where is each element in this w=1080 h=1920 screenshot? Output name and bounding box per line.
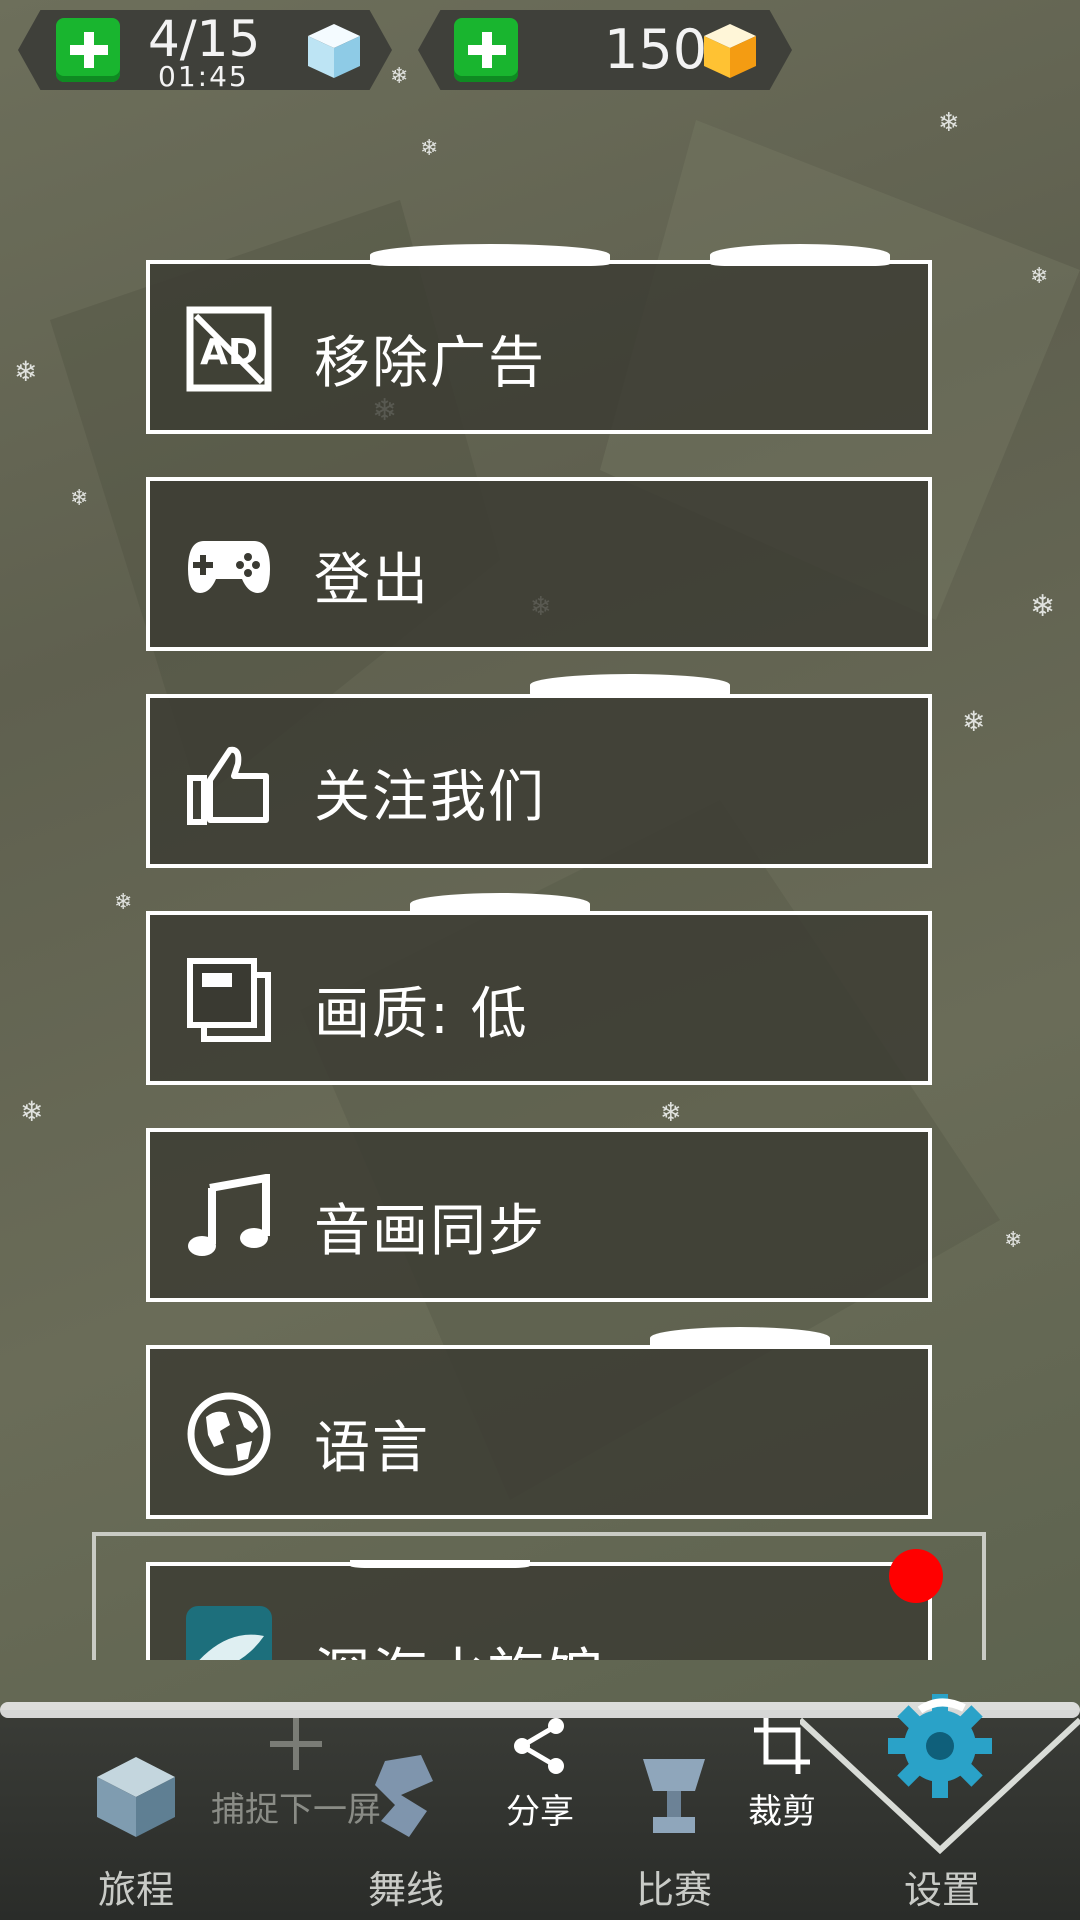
thumbs-up-icon — [187, 746, 269, 825]
gem-icon — [704, 24, 756, 78]
language-label: 语言 — [314, 1416, 430, 1481]
gems-panel: 150 — [418, 10, 792, 90]
snowflake: ❄ — [114, 890, 133, 915]
logout-button[interactable]: 登出 — [146, 477, 932, 651]
notification-dot — [889, 1549, 943, 1603]
ice-cube-icon — [308, 24, 360, 78]
av-sync-label: 音画同步 — [314, 1199, 546, 1264]
snowflake: ❄ — [660, 1098, 682, 1128]
share-label: 分享 — [506, 1792, 574, 1832]
deep-sea-aquarium-label: 深海水族馆 — [314, 1630, 604, 1660]
snow-cap — [410, 893, 590, 915]
gems-count: 150 — [604, 18, 708, 81]
nav-settings-label: 设置 — [903, 1868, 980, 1912]
share-icon — [514, 1718, 564, 1774]
nav-competition-label: 比赛 — [635, 1868, 712, 1912]
remove-ads-button[interactable]: AD 移除广告 — [146, 244, 932, 434]
follow-us-button[interactable]: 关注我们 — [146, 674, 932, 868]
follow-us-label: 关注我们 — [314, 765, 546, 830]
snowflake: ❄ — [70, 486, 89, 511]
globe-icon — [187, 1392, 271, 1476]
language-button[interactable]: 语言 — [146, 1327, 932, 1519]
remove-ads-label: 移除广告 — [314, 331, 546, 396]
add-lives-button[interactable] — [56, 18, 120, 82]
lives-timer: 01:45 — [158, 60, 249, 93]
snowflake: ❄ — [20, 1095, 44, 1128]
nav-settings[interactable]: 设置 — [862, 1859, 1022, 1914]
snowflake: ❄ — [390, 64, 409, 89]
nav-journey[interactable]: 旅程 — [56, 1751, 216, 1914]
add-gems-button[interactable] — [454, 18, 518, 82]
snowflake: ❄ — [938, 108, 960, 138]
bottom-nav-bar: 旅程 舞线 比赛 设置 捕捉下一屏 分享 裁剪 — [0, 1694, 1080, 1920]
capture-next-screen-label: 捕捉下一屏 — [211, 1790, 381, 1830]
nav-dance-line-label: 舞线 — [367, 1868, 444, 1912]
snowflake: ❄ — [420, 136, 439, 161]
snow-cap — [350, 1560, 530, 1568]
quality-button[interactable]: 画质: 低 — [146, 893, 932, 1085]
crop-button[interactable]: 裁剪 — [722, 1716, 842, 1833]
music-note-icon — [188, 1174, 270, 1256]
remove-ads-icon: AD — [186, 306, 272, 392]
snowflake: ❄ — [14, 355, 38, 388]
quality-icon — [187, 958, 271, 1042]
capture-next-screen-button[interactable]: 捕捉下一屏 — [206, 1714, 386, 1831]
snow-cap — [530, 674, 730, 696]
snow-cap — [710, 244, 890, 266]
snowflake: ❄ — [1004, 1228, 1023, 1253]
gear-icon — [888, 1694, 992, 1798]
snowflake: ❄ — [962, 705, 986, 738]
share-button[interactable]: 分享 — [480, 1716, 600, 1833]
deep-sea-aquarium-button[interactable]: 深海水族馆 — [146, 1560, 932, 1660]
snow-cap — [650, 1327, 830, 1349]
whale-app-icon — [186, 1606, 272, 1660]
trophy-icon — [643, 1759, 705, 1833]
snow-cap — [370, 244, 610, 266]
plus-icon — [270, 1718, 322, 1770]
logout-label: 登出 — [314, 548, 430, 613]
crop-icon — [754, 1718, 810, 1774]
lives-panel: 4/15 01:45 — [18, 10, 392, 90]
quality-label: 画质: 低 — [314, 982, 529, 1047]
snowflake: ❄ — [1030, 589, 1056, 624]
gamepad-icon — [188, 541, 270, 593]
nav-journey-label: 旅程 — [97, 1868, 174, 1912]
house-icon — [97, 1757, 175, 1837]
av-sync-button[interactable]: 音画同步 — [146, 1128, 932, 1302]
snowflake: ❄ — [1030, 264, 1049, 289]
crop-label: 裁剪 — [748, 1792, 816, 1832]
